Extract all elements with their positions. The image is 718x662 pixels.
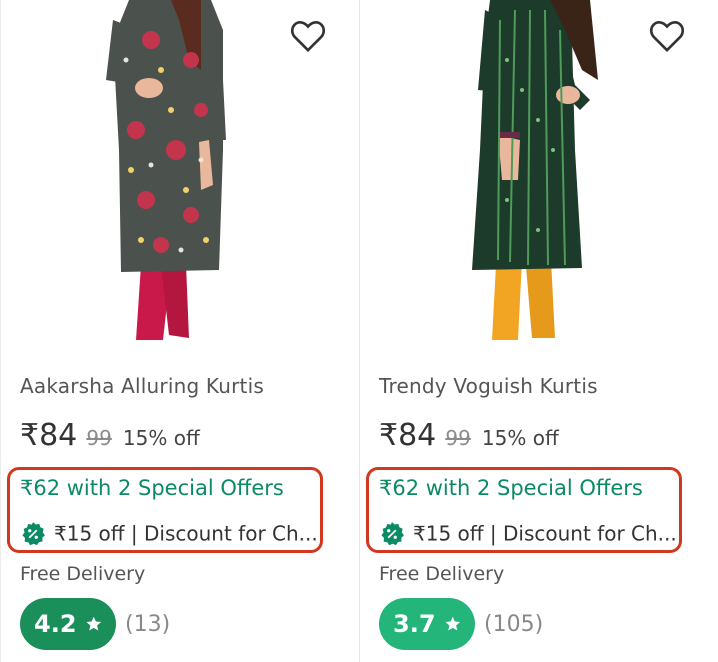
offer-detail-text: ₹15 off | Discount for Ch... bbox=[413, 521, 677, 546]
product-image[interactable] bbox=[360, 0, 718, 350]
offer-detail[interactable]: ₹15 off | Discount for Ch... bbox=[379, 520, 679, 547]
product-title[interactable]: Trendy Voguish Kurtis bbox=[379, 374, 598, 398]
heart-outline-icon[interactable] bbox=[647, 16, 687, 56]
heart-outline-icon[interactable] bbox=[288, 16, 328, 56]
delivery-info: Free Delivery bbox=[379, 563, 505, 585]
star-icon bbox=[85, 616, 101, 631]
product-card[interactable]: Aakarsha Alluring Kurtis ₹84 99 15% off … bbox=[0, 0, 359, 662]
price-row: ₹84 99 15% off bbox=[20, 418, 200, 453]
original-price: 99 bbox=[445, 426, 471, 450]
original-price: 99 bbox=[86, 426, 112, 450]
discount-percent: 15% off bbox=[122, 426, 200, 450]
special-offer-price[interactable]: ₹62 with 2 Special Offers bbox=[20, 476, 284, 500]
product-grid: Aakarsha Alluring Kurtis ₹84 99 15% off … bbox=[0, 0, 718, 662]
product-title[interactable]: Aakarsha Alluring Kurtis bbox=[20, 374, 264, 398]
rating-value: 3.7 bbox=[393, 610, 436, 638]
rating-badge: 3.7 bbox=[379, 598, 475, 650]
discount-percent: 15% off bbox=[481, 426, 559, 450]
delivery-info: Free Delivery bbox=[20, 563, 146, 585]
special-offer-price[interactable]: ₹62 with 2 Special Offers bbox=[379, 476, 643, 500]
rating-value: 4.2 bbox=[34, 610, 77, 638]
rating-badge: 4.2 bbox=[20, 598, 116, 650]
rating-count: (105) bbox=[484, 612, 544, 637]
selling-price: ₹84 bbox=[20, 418, 78, 453]
discount-badge-icon bbox=[22, 521, 45, 545]
product-card[interactable]: Trendy Voguish Kurtis ₹84 99 15% off ₹62… bbox=[360, 0, 718, 662]
price-row: ₹84 99 15% off bbox=[379, 418, 559, 453]
offer-detail-text: ₹15 off | Discount for Ch... bbox=[54, 521, 318, 546]
selling-price: ₹84 bbox=[379, 418, 437, 453]
star-icon bbox=[444, 616, 460, 631]
rating-count: (13) bbox=[125, 612, 171, 637]
offer-detail[interactable]: ₹15 off | Discount for Ch... bbox=[20, 520, 320, 547]
discount-badge-icon bbox=[381, 521, 404, 545]
product-image[interactable] bbox=[1, 0, 359, 350]
